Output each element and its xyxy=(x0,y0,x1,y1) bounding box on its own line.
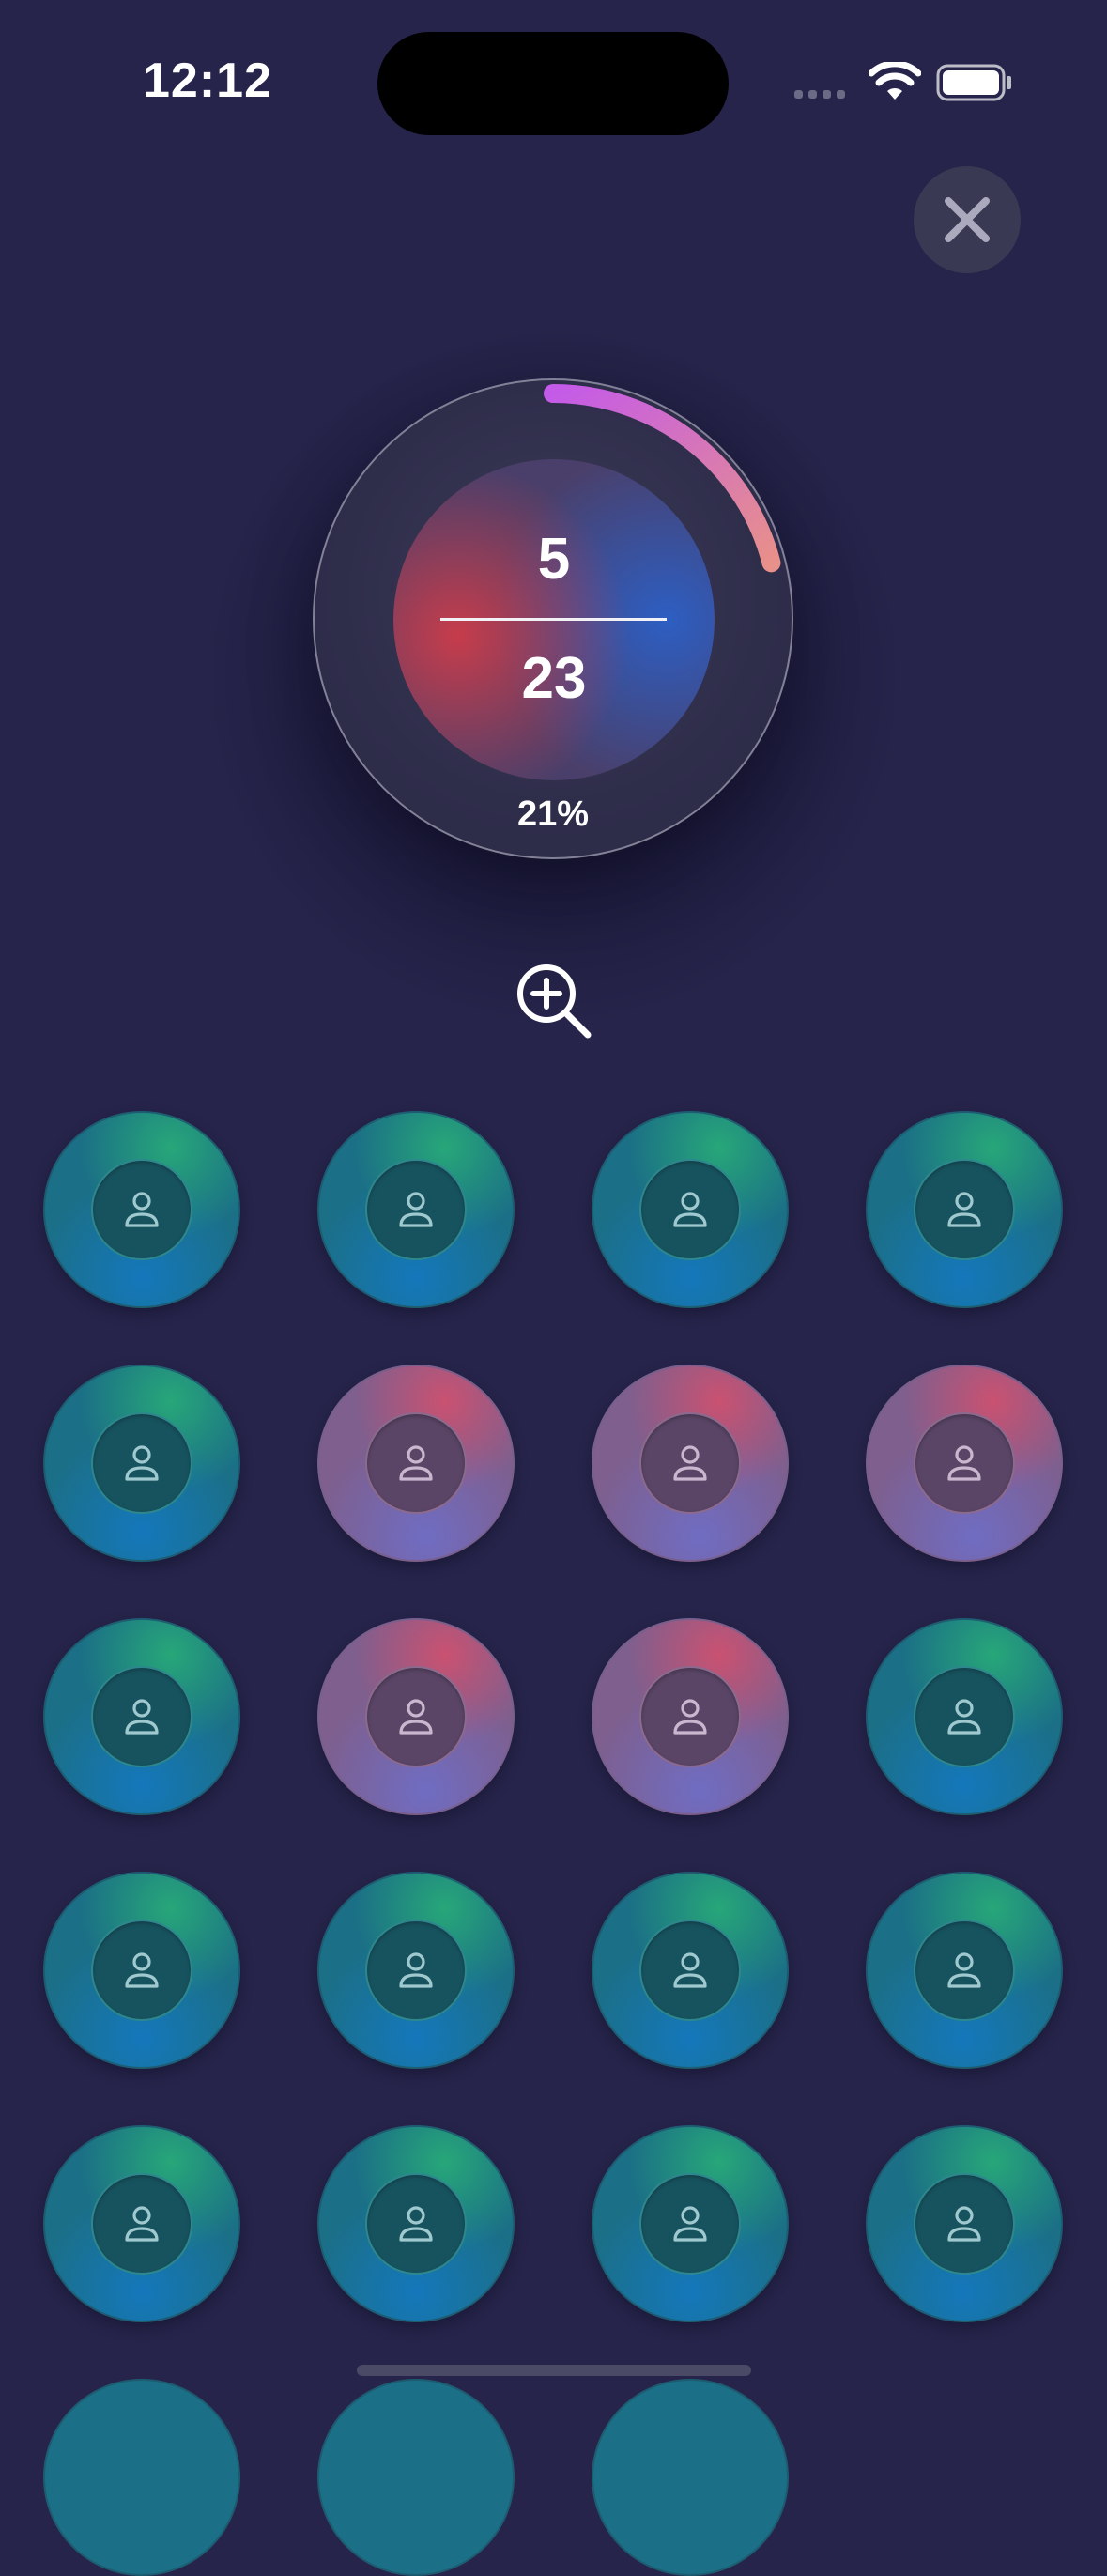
contact-node-avatar xyxy=(639,2173,741,2275)
person-icon xyxy=(399,1952,433,1988)
contact-node-avatar xyxy=(639,1412,741,1514)
node-grid xyxy=(43,1111,1064,2322)
contact-node-avatar xyxy=(914,1412,1015,1514)
person-icon xyxy=(947,2206,981,2242)
person-icon xyxy=(947,1952,981,1988)
status-time: 12:12 xyxy=(143,54,272,108)
person-icon xyxy=(125,2206,159,2242)
contact-node[interactable] xyxy=(592,1618,789,1815)
wifi-icon xyxy=(869,62,921,100)
person-icon xyxy=(947,1192,981,1227)
contact-node-avatar xyxy=(914,1666,1015,1767)
progress-total: 23 xyxy=(521,646,587,711)
contact-node-avatar xyxy=(365,1159,467,1260)
contact-node[interactable] xyxy=(43,1872,240,2069)
person-icon xyxy=(399,2206,433,2242)
contact-node-avatar xyxy=(365,1920,467,2021)
dynamic-island xyxy=(377,32,729,135)
contact-node[interactable] xyxy=(592,1111,789,1308)
contact-node-avatar xyxy=(365,1666,467,1767)
contact-node-avatar xyxy=(91,1412,192,1514)
contact-node[interactable] xyxy=(592,2125,789,2322)
contact-node[interactable] xyxy=(866,1365,1063,1562)
contact-node[interactable] xyxy=(317,1872,515,2069)
fraction-divider xyxy=(440,618,667,621)
contact-node-avatar xyxy=(639,1666,741,1767)
person-icon xyxy=(399,1445,433,1481)
contact-node[interactable] xyxy=(866,1618,1063,1815)
contact-node[interactable] xyxy=(43,1111,240,1308)
contact-node-avatar xyxy=(914,2173,1015,2275)
person-icon xyxy=(125,1952,159,1988)
person-icon xyxy=(673,1445,707,1481)
contact-node[interactable] xyxy=(317,1365,515,1562)
person-icon xyxy=(673,1192,707,1227)
person-icon xyxy=(947,1445,981,1481)
contact-node-avatar xyxy=(914,1159,1015,1260)
close-button[interactable] xyxy=(914,166,1021,273)
contact-node[interactable] xyxy=(317,1618,515,1815)
contact-node[interactable] xyxy=(317,1111,515,1308)
home-indicator[interactable] xyxy=(357,2365,751,2376)
contact-node[interactable] xyxy=(43,2125,240,2322)
contact-node-avatar xyxy=(91,1666,192,1767)
battery-icon xyxy=(936,64,1011,101)
person-icon xyxy=(947,1699,981,1735)
person-icon xyxy=(125,1445,159,1481)
partial-node[interactable] xyxy=(43,2379,240,2576)
contact-node[interactable] xyxy=(866,1872,1063,2069)
close-icon xyxy=(945,197,990,242)
contact-node-avatar xyxy=(91,1159,192,1260)
partial-node[interactable] xyxy=(592,2379,789,2576)
contact-node-avatar xyxy=(91,1920,192,2021)
contact-node-avatar xyxy=(365,2173,467,2275)
contact-node[interactable] xyxy=(866,2125,1063,2322)
person-icon xyxy=(125,1699,159,1735)
contact-node[interactable] xyxy=(866,1111,1063,1308)
progress-current: 5 xyxy=(537,527,571,592)
person-icon xyxy=(673,1952,707,1988)
person-icon xyxy=(399,1699,433,1735)
progress-percent: 21% xyxy=(516,794,590,834)
contact-node-avatar xyxy=(914,1920,1015,2021)
cellular-signal-icon xyxy=(794,90,845,99)
partial-node[interactable] xyxy=(317,2379,515,2576)
contact-node[interactable] xyxy=(592,1365,789,1562)
contact-node-avatar xyxy=(639,1920,741,2021)
zoom-in-icon[interactable] xyxy=(513,960,593,1041)
contact-node[interactable] xyxy=(592,1872,789,2069)
contact-node-avatar xyxy=(365,1412,467,1514)
person-icon xyxy=(673,2206,707,2242)
contact-node[interactable] xyxy=(317,2125,515,2322)
person-icon xyxy=(673,1699,707,1735)
contact-node-avatar xyxy=(91,2173,192,2275)
person-icon xyxy=(125,1192,159,1227)
contact-node[interactable] xyxy=(43,1365,240,1562)
contact-node-avatar xyxy=(639,1159,741,1260)
person-icon xyxy=(399,1192,433,1227)
contact-node[interactable] xyxy=(43,1618,240,1815)
